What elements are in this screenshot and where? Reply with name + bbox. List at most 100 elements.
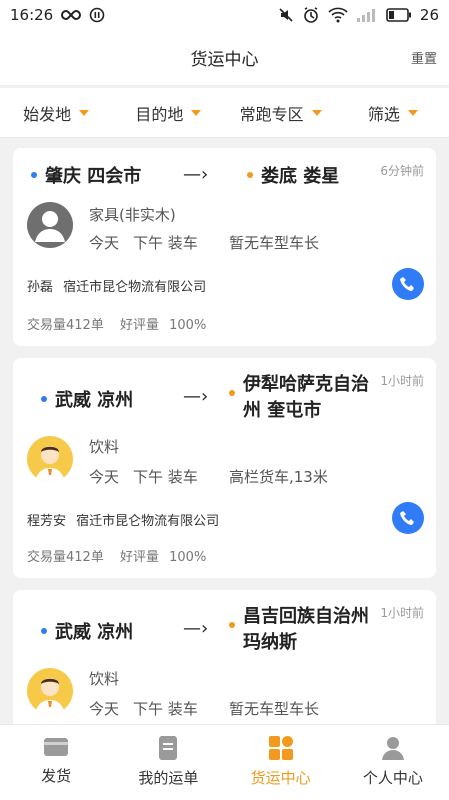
tab-freight-center-label: 货运中心: [250, 769, 311, 787]
tab-ship-label: 发货: [41, 767, 72, 785]
arrow-icon: —›: [183, 386, 209, 407]
company-name: 宿迁市昆仑物流有限公司: [76, 514, 220, 529]
truck-type: 暂无车型车长: [229, 234, 320, 252]
truck-type: 暂无车型车长: [229, 700, 320, 718]
filter-origin[interactable]: 始发地: [0, 101, 112, 125]
cargo-card[interactable]: 武威 凉州 —› 伊犁哈萨克自治州 奎屯市 1小时前 饮料 今天 下午 装车 高…: [13, 358, 436, 578]
shipper-info: 孙磊 宿迁市昆仑物流有限公司: [27, 276, 206, 295]
route-destination: 伊犁哈萨克自治州 奎屯市: [229, 372, 379, 424]
goods-type: 家具(非实木): [89, 206, 176, 224]
post-time: 1小时前: [380, 606, 424, 620]
trade-count: 交易量412单: [27, 318, 104, 333]
goods-type: 饮料: [89, 670, 120, 688]
company-name: 宿迁市昆仑物流有限公司: [63, 280, 207, 295]
tab-ship[interactable]: 发货: [0, 725, 112, 800]
phone-icon: [400, 511, 414, 525]
destination-dot: [247, 172, 253, 178]
destination-dot: [229, 622, 235, 628]
person-icon: [381, 737, 404, 760]
load-period: 下午 装车: [133, 234, 198, 252]
route-destination: 昌吉回族自治州 玛纳斯: [229, 604, 379, 656]
filter-bar: 始发地 目的地 常跑专区 筛选: [0, 88, 449, 138]
tab-my-orders-label: 我的运单: [138, 769, 199, 787]
arrow-icon: —›: [183, 164, 209, 185]
mute-icon: [278, 7, 294, 23]
pause-circle-icon: [89, 7, 105, 23]
grid-icon: [268, 736, 293, 760]
filter-more[interactable]: 筛选: [337, 101, 449, 125]
cargo-list: 肇庆 四会市 —› 娄底 娄星 6分钟前 家具(非实木) 今天 下午 装车 暂无…: [0, 138, 449, 724]
destination-text: 娄底 娄星: [261, 166, 340, 187]
filter-destination[interactable]: 目的地: [112, 101, 224, 125]
load-day: 今天: [89, 234, 120, 252]
page-title: 货运中心: [190, 50, 259, 70]
route-origin: 肇庆 四会市: [31, 162, 141, 188]
destination-text: 伊犁哈萨克自治州 奎屯市: [243, 374, 369, 421]
battery-icon: [386, 8, 412, 22]
load-day: 今天: [89, 468, 120, 486]
document-icon: [159, 736, 178, 760]
post-time: 6分钟前: [380, 164, 424, 178]
reset-button[interactable]: 重置: [411, 48, 437, 67]
default-avatar-icon: [27, 202, 73, 248]
contact-name: 孙磊: [27, 280, 54, 295]
alarm-icon: [302, 6, 320, 24]
shipper-info: 程芳安 宿迁市昆仑物流有限公司: [27, 510, 219, 529]
route-origin: 武威 凉州: [41, 386, 133, 412]
filter-more-label: 筛选: [367, 104, 400, 124]
bottom-tab-bar: 发货 我的运单 货运中心 个人中心: [0, 724, 449, 800]
phone-icon: [400, 277, 414, 291]
shipper-stats: 交易量412单 好评量 100%: [27, 546, 206, 565]
origin-text: 武威 凉州: [55, 622, 134, 643]
app-header: 货运中心 重置: [0, 30, 449, 86]
origin-dot: [41, 628, 47, 634]
wifi-icon: [328, 7, 348, 23]
tab-profile[interactable]: 个人中心: [337, 725, 449, 800]
arrow-icon: —›: [183, 618, 209, 639]
rating-value: 100%: [169, 550, 207, 565]
rating-label: 好评量: [119, 550, 159, 565]
contact-name: 程芳安: [27, 514, 67, 529]
status-bar: 16:26 26: [0, 0, 449, 30]
cargo-card[interactable]: 肇庆 四会市 —› 娄底 娄星 6分钟前 家具(非实木) 今天 下午 装车 暂无…: [13, 148, 436, 346]
filter-destination-label: 目的地: [135, 104, 184, 124]
destination-dot: [229, 390, 235, 396]
origin-dot: [31, 172, 37, 178]
load-period: 下午 装车: [133, 468, 198, 486]
filter-frequent-routes-label: 常跑专区: [239, 104, 304, 124]
goods-type: 饮料: [89, 438, 120, 456]
caret-down-icon: [79, 109, 90, 116]
cargo-card[interactable]: 武威 凉州 —› 昌吉回族自治州 玛纳斯 1小时前 饮料 今天 下午 装车 暂无…: [13, 590, 436, 724]
route-origin: 武威 凉州: [41, 618, 133, 644]
status-time: 16:26: [10, 6, 54, 24]
filter-origin-label: 始发地: [23, 104, 72, 124]
route-destination: 娄底 娄星: [247, 162, 339, 188]
caret-down-icon: [191, 109, 202, 116]
infinity-icon: [61, 9, 82, 21]
origin-dot: [41, 396, 47, 402]
tab-profile-label: 个人中心: [362, 769, 423, 787]
filter-frequent-routes[interactable]: 常跑专区: [225, 101, 337, 125]
trade-count: 交易量412单: [27, 550, 104, 565]
call-button[interactable]: [392, 268, 424, 300]
signal-icon: [356, 8, 378, 22]
person-avatar-icon: [27, 436, 73, 482]
call-button[interactable]: [392, 502, 424, 534]
post-time: 1小时前: [380, 374, 424, 388]
truck-type: 高栏货车,13米: [229, 468, 328, 486]
battery-level: 26: [419, 6, 439, 24]
tab-freight-center[interactable]: 货运中心: [225, 725, 337, 800]
person-avatar-icon: [27, 668, 73, 714]
destination-text: 昌吉回族自治州 玛纳斯: [243, 606, 369, 653]
wallet-icon: [44, 738, 69, 756]
rating-value: 100%: [169, 318, 207, 333]
tab-my-orders[interactable]: 我的运单: [112, 725, 224, 800]
caret-down-icon: [407, 109, 418, 116]
rating-label: 好评量: [119, 318, 159, 333]
caret-down-icon: [311, 109, 322, 116]
origin-text: 武威 凉州: [55, 390, 134, 411]
load-period: 下午 装车: [133, 700, 198, 718]
origin-text: 肇庆 四会市: [45, 166, 142, 187]
load-day: 今天: [89, 700, 120, 718]
shipper-stats: 交易量412单 好评量 100%: [27, 314, 206, 333]
